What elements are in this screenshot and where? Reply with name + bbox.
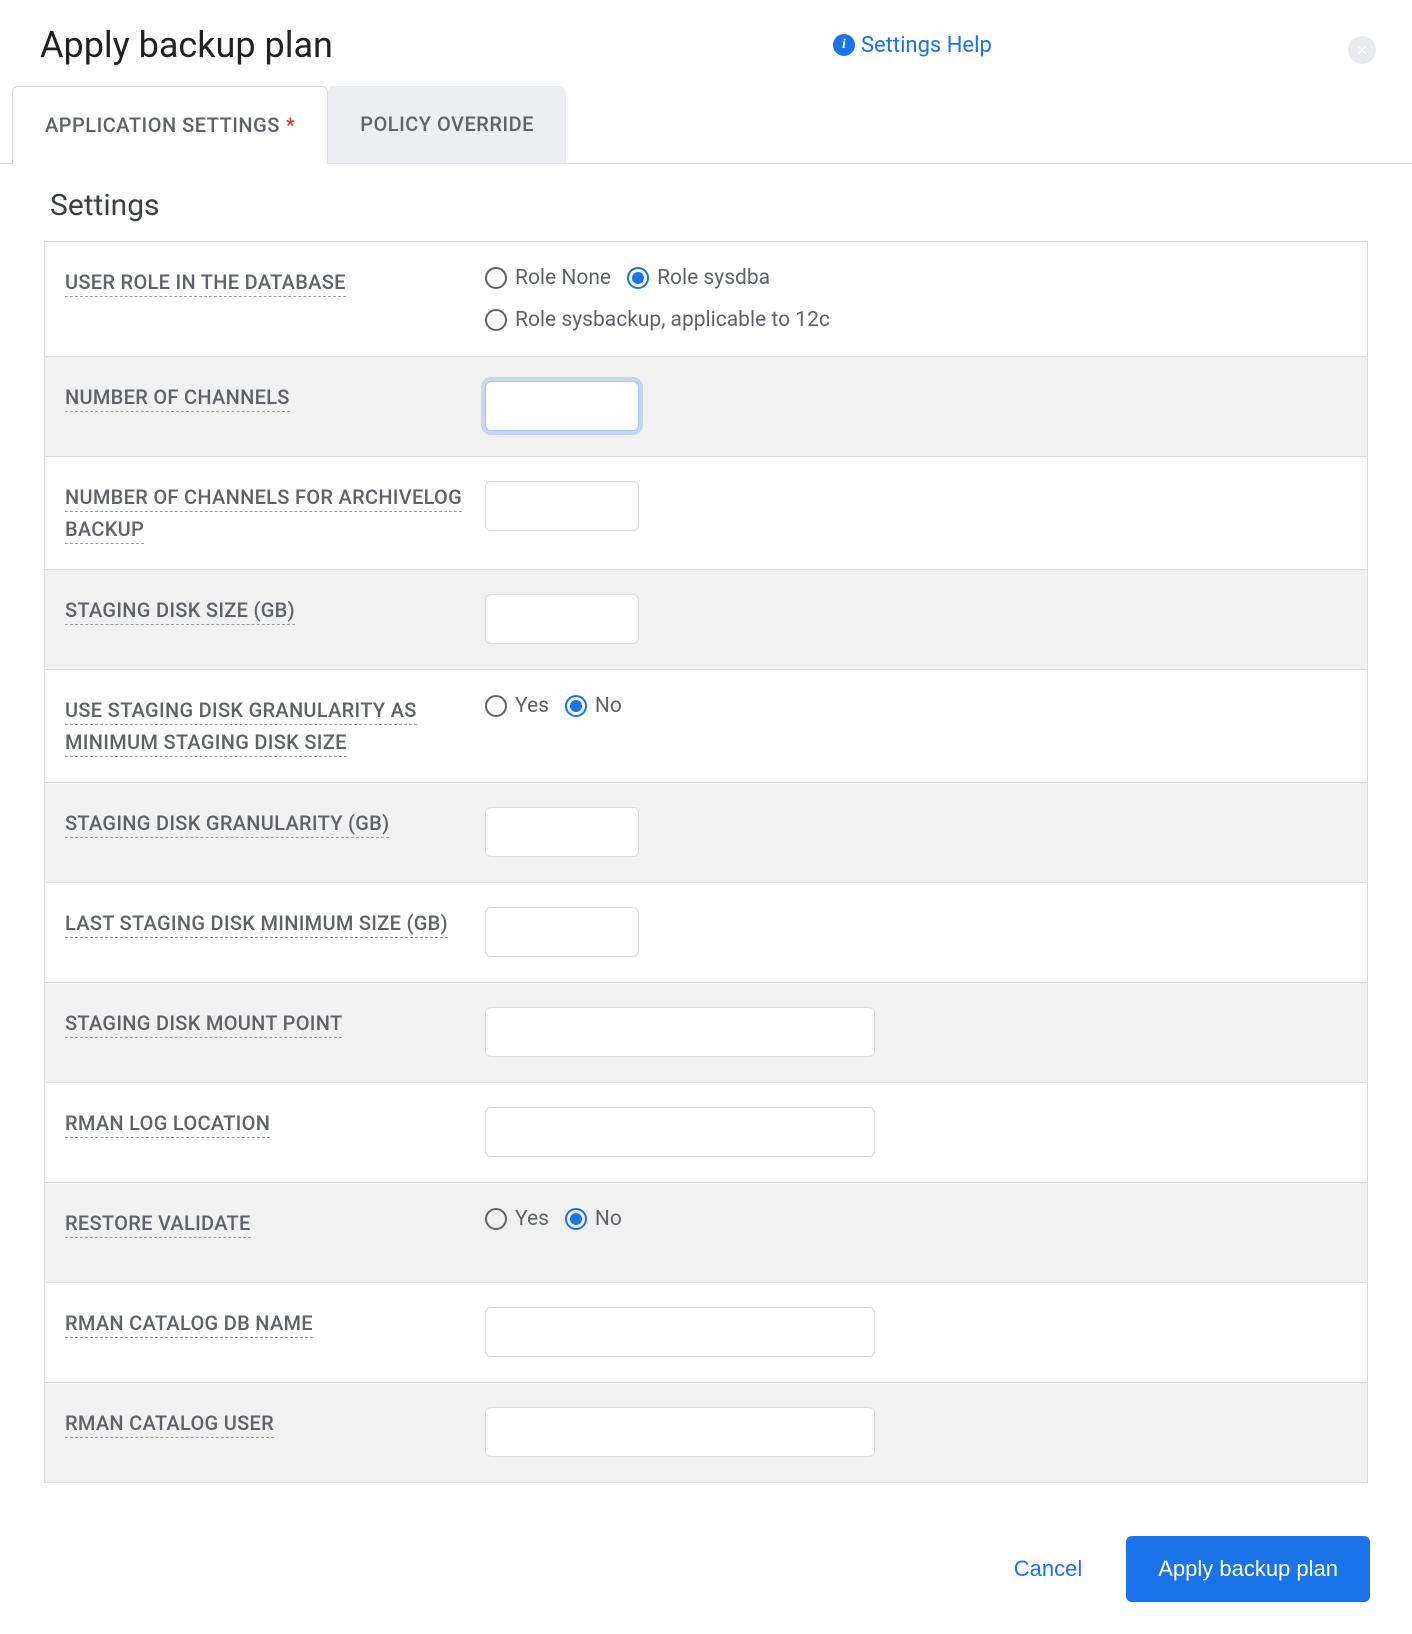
rman_catalog_db-input[interactable] [485, 1307, 875, 1357]
setting-control [485, 594, 1347, 644]
setting-control [485, 907, 1347, 957]
settings-help-link[interactable]: i Settings Help [833, 33, 992, 58]
setting-row-user_role: USER ROLE IN THE DATABASE Role None Role s… [45, 242, 1367, 357]
setting-label: USER ROLE IN THE DATABASE [65, 266, 485, 298]
setting-label: RMAN CATALOG DB NAME [65, 1307, 485, 1339]
setting-row-num_channels_archivelog: NUMBER OF CHANNELS FOR ARCHIVELOG BACKUP [45, 457, 1367, 570]
radio-label: Yes [515, 1207, 549, 1231]
num_channels-input[interactable] [485, 381, 639, 431]
setting-label: NUMBER OF CHANNELS FOR ARCHIVELOG BACKUP [65, 481, 485, 545]
settings-content: Settings USER ROLE IN THE DATABASERole N… [0, 164, 1412, 1483]
radio-icon [485, 267, 507, 289]
rman_catalog_user-input[interactable] [485, 1407, 875, 1457]
radio-label: Role sysdba [657, 266, 770, 290]
rman_log_location-input[interactable] [485, 1107, 875, 1157]
dialog-header: Apply backup plan i Settings Help [0, 0, 1412, 86]
radio-option-user_role-1[interactable]: Role sysdba [627, 266, 770, 290]
setting-label: LAST STAGING DISK MINIMUM SIZE (GB) [65, 907, 485, 939]
dialog-title: Apply backup plan [40, 24, 333, 66]
staging_disk_size-input[interactable] [485, 594, 639, 644]
setting-label: USE STAGING DISK GRANULARITY AS MINIMUM … [65, 694, 485, 758]
radio-icon [485, 1208, 507, 1230]
setting-control [485, 1107, 1347, 1157]
setting-row-last_staging_min_size: LAST STAGING DISK MINIMUM SIZE (GB) [45, 883, 1367, 983]
tab-bar: APPLICATION SETTINGS*POLICY OVERRIDE [0, 86, 1412, 164]
setting-row-num_channels: NUMBER OF CHANNELS [45, 357, 1367, 457]
staging_granularity-input[interactable] [485, 807, 639, 857]
tab-policy-override[interactable]: POLICY OVERRIDE [328, 86, 566, 163]
radio-label: Yes [515, 694, 549, 718]
setting-control: Role None Role sysdba Role sysbackup, appl… [485, 266, 1347, 332]
setting-row-staging_granularity: STAGING DISK GRANULARITY (GB) [45, 783, 1367, 883]
radio-icon [485, 695, 507, 717]
last_staging_min_size-input[interactable] [485, 907, 639, 957]
radio-option-restore_validate-0[interactable]: Yes [485, 1207, 549, 1231]
radio-option-restore_validate-1[interactable]: No [565, 1207, 622, 1231]
setting-control [485, 1007, 1347, 1057]
apply-button[interactable]: Apply backup plan [1126, 1536, 1370, 1602]
dialog-footer: Cancel Apply backup plan [0, 1504, 1412, 1634]
setting-row-staging_mount_point: STAGING DISK MOUNT POINT [45, 983, 1367, 1083]
radio-option-user_role-2[interactable]: Role sysbackup, applicable to 12c [485, 308, 830, 332]
section-title: Settings [44, 188, 1368, 223]
setting-row-rman_catalog_db: RMAN CATALOG DB NAME [45, 1283, 1367, 1383]
required-indicator: * [286, 113, 295, 137]
setting-row-use_staging_granularity: USE STAGING DISK GRANULARITY AS MINIMUM … [45, 670, 1367, 783]
info-icon: i [833, 34, 855, 56]
cancel-button[interactable]: Cancel [994, 1542, 1102, 1596]
settings-table: USER ROLE IN THE DATABASE Role None Role s… [44, 241, 1368, 1483]
radio-icon [485, 309, 507, 331]
setting-row-rman_log_location: RMAN LOG LOCATION [45, 1083, 1367, 1183]
setting-control [485, 1307, 1347, 1357]
radio-label: Role None [515, 266, 611, 290]
setting-control [485, 381, 1347, 431]
setting-row-staging_disk_size: STAGING DISK SIZE (GB) [45, 570, 1367, 670]
close-button[interactable] [1348, 36, 1376, 64]
radio-label: No [595, 1207, 622, 1231]
close-icon [1355, 43, 1369, 57]
radio-icon [565, 695, 587, 717]
setting-label: RMAN LOG LOCATION [65, 1107, 485, 1139]
num_channels_archivelog-input[interactable] [485, 481, 639, 531]
setting-label: RMAN CATALOG USER [65, 1407, 485, 1439]
settings-help-label: Settings Help [861, 33, 992, 58]
radio-label: No [595, 694, 622, 718]
setting-control [485, 807, 1347, 857]
setting-label: STAGING DISK MOUNT POINT [65, 1007, 485, 1039]
setting-label: STAGING DISK SIZE (GB) [65, 594, 485, 626]
setting-control [485, 1407, 1347, 1457]
setting-row-restore_validate: RESTORE VALIDATE Yes No [45, 1183, 1367, 1283]
setting-control: Yes No [485, 1207, 1347, 1231]
setting-control: Yes No [485, 694, 1347, 718]
radio-option-use_staging_granularity-0[interactable]: Yes [485, 694, 549, 718]
radio-option-use_staging_granularity-1[interactable]: No [565, 694, 622, 718]
radio-icon [627, 267, 649, 289]
setting-label: RESTORE VALIDATE [65, 1207, 485, 1239]
radio-icon [565, 1208, 587, 1230]
tab-application-settings[interactable]: APPLICATION SETTINGS* [12, 86, 328, 164]
setting-row-rman_catalog_user: RMAN CATALOG USER [45, 1383, 1367, 1483]
setting-label: STAGING DISK GRANULARITY (GB) [65, 807, 485, 839]
setting-label: NUMBER OF CHANNELS [65, 381, 485, 413]
setting-control [485, 481, 1347, 531]
radio-label: Role sysbackup, applicable to 12c [515, 308, 830, 332]
staging_mount_point-input[interactable] [485, 1007, 875, 1057]
radio-option-user_role-0[interactable]: Role None [485, 266, 611, 290]
apply-backup-plan-dialog: Apply backup plan i Settings Help APPLIC… [0, 0, 1412, 1634]
